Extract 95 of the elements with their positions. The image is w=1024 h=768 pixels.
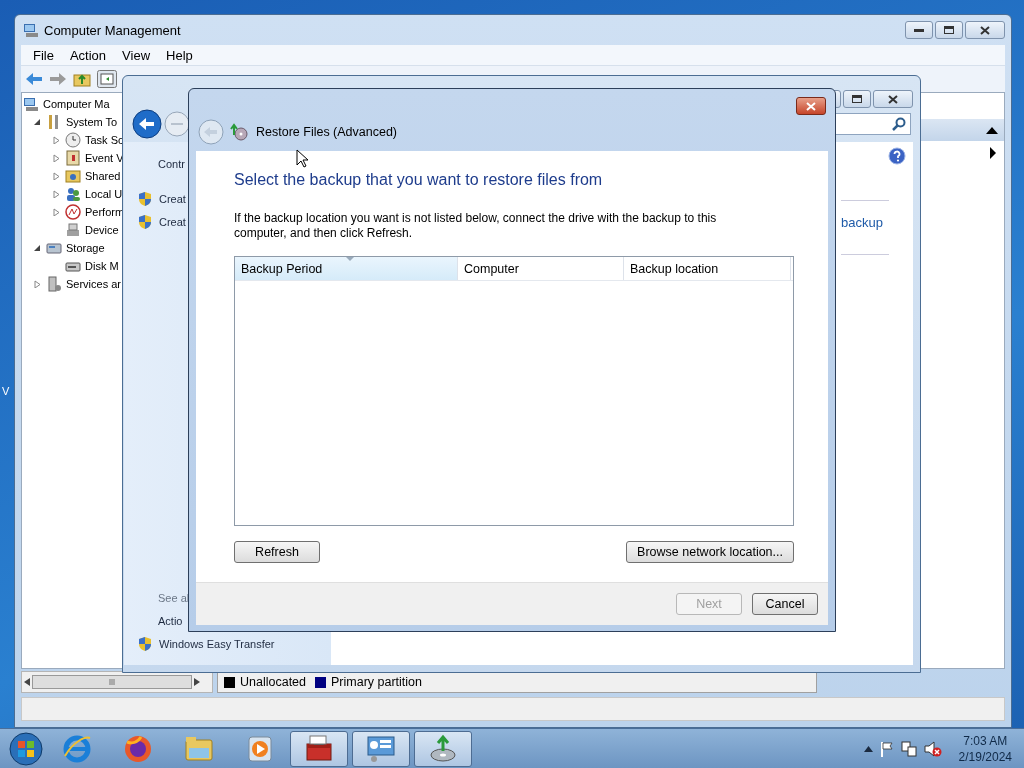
scroll-left-icon[interactable] bbox=[24, 678, 30, 686]
back-button[interactable] bbox=[132, 109, 162, 139]
back-arrow-icon[interactable] bbox=[25, 71, 43, 87]
menu-item[interactable]: Help bbox=[158, 47, 201, 63]
forward-button[interactable] bbox=[164, 111, 190, 137]
column-header[interactable]: Computer bbox=[458, 257, 624, 280]
speaker-muted-icon[interactable] bbox=[923, 740, 942, 757]
search-icon bbox=[892, 117, 906, 131]
scroll-right-icon[interactable] bbox=[194, 678, 200, 686]
tree-item[interactable]: Disk M bbox=[85, 260, 119, 272]
tree-item[interactable]: Storage bbox=[66, 242, 105, 254]
taskbar-button[interactable] bbox=[414, 730, 472, 767]
tree-item[interactable]: Device bbox=[85, 224, 119, 236]
taskbar-button[interactable] bbox=[352, 730, 410, 767]
help-icon[interactable] bbox=[888, 147, 906, 165]
start-button[interactable] bbox=[6, 730, 46, 767]
backup-icon bbox=[230, 123, 248, 141]
clock-icon bbox=[65, 132, 81, 148]
gauge-icon bbox=[65, 204, 81, 220]
sidebar-heading: See al bbox=[158, 591, 190, 604]
folder-up-icon[interactable] bbox=[73, 71, 91, 87]
minimize-button[interactable] bbox=[905, 21, 933, 39]
sidebar-link[interactable]: Actio bbox=[158, 614, 183, 627]
shield-icon bbox=[137, 190, 153, 207]
maximize-icon bbox=[944, 26, 954, 34]
collapsed-icon[interactable] bbox=[52, 172, 60, 180]
tree-item[interactable]: Shared bbox=[85, 170, 121, 182]
collapsed-icon[interactable] bbox=[33, 280, 41, 288]
collapsed-icon[interactable] bbox=[52, 208, 60, 216]
horizontal-scrollbar[interactable] bbox=[21, 671, 213, 693]
collapsed-icon[interactable] bbox=[52, 154, 60, 162]
sidebar-link[interactable]: Creat bbox=[159, 192, 186, 205]
browse-button[interactable]: Browse network location... bbox=[626, 541, 794, 563]
sidebar-link[interactable]: Contr bbox=[158, 157, 185, 170]
network-icon[interactable] bbox=[900, 740, 917, 757]
server-icon bbox=[46, 276, 62, 292]
clock-time[interactable]: 7:03 AM bbox=[963, 732, 1008, 749]
log-icon bbox=[65, 150, 81, 166]
tree-item[interactable]: Computer Ma bbox=[43, 98, 110, 110]
expanded-icon[interactable] bbox=[33, 244, 41, 252]
device-icon bbox=[65, 222, 81, 238]
menu-item[interactable]: File bbox=[25, 47, 62, 63]
column-header[interactable]: Backup location bbox=[624, 257, 791, 280]
menu-item[interactable]: Action bbox=[61, 47, 115, 63]
close-icon bbox=[888, 94, 898, 104]
flag-icon[interactable] bbox=[879, 740, 894, 757]
search-field[interactable] bbox=[833, 113, 911, 135]
legend-label: Unallocated bbox=[240, 675, 306, 689]
shield-icon bbox=[137, 213, 153, 230]
legend-label: Primary partition bbox=[331, 675, 422, 689]
computer-icon bbox=[23, 22, 39, 38]
tree-item[interactable]: Services ar bbox=[66, 278, 122, 290]
shield-icon bbox=[137, 635, 153, 652]
refresh-button[interactable]: Refresh bbox=[234, 541, 320, 563]
dialog-title: Restore Files (Advanced) bbox=[256, 125, 398, 139]
show-hidden-icon[interactable] bbox=[863, 745, 873, 752]
minimize-icon bbox=[914, 28, 924, 32]
cancel-button[interactable]: Cancel bbox=[752, 593, 818, 615]
tree-item[interactable]: System To bbox=[66, 116, 118, 128]
backup-icon bbox=[428, 733, 458, 764]
submenu-arrow-icon[interactable] bbox=[990, 147, 996, 159]
close-icon bbox=[980, 25, 990, 35]
menu-item[interactable]: View bbox=[114, 47, 159, 63]
instruction-text: If the backup location you want is not listed below, connect the drive with the backup to this computer, and then click Refresh. bbox=[234, 211, 718, 241]
users-icon bbox=[65, 186, 81, 202]
maximize-button[interactable] bbox=[843, 90, 871, 108]
link[interactable]: backup bbox=[841, 215, 883, 230]
toolbox-icon bbox=[304, 733, 334, 764]
sidebar-link[interactable]: Creat bbox=[159, 215, 186, 228]
taskbar-button[interactable] bbox=[290, 730, 348, 767]
shared-folder-icon bbox=[65, 168, 81, 184]
sort-arrow-icon bbox=[346, 257, 354, 261]
close-icon bbox=[806, 101, 816, 111]
maximize-icon bbox=[852, 95, 862, 103]
browser-icon[interactable] bbox=[122, 733, 153, 764]
scroll-thumb-icon[interactable] bbox=[32, 675, 192, 689]
panel-icon[interactable] bbox=[97, 70, 117, 88]
window-title: Computer Management bbox=[44, 22, 181, 38]
close-button[interactable] bbox=[873, 90, 913, 108]
close-button[interactable] bbox=[965, 21, 1005, 39]
storage-icon bbox=[46, 240, 62, 256]
close-button[interactable] bbox=[796, 97, 826, 115]
collapsed-icon[interactable] bbox=[52, 190, 60, 198]
expanded-icon[interactable] bbox=[33, 118, 41, 126]
desktop-icon-label: V bbox=[2, 385, 10, 397]
dialog-heading: Select the backup that you want to restore files from bbox=[234, 171, 603, 189]
control-panel-icon bbox=[366, 733, 396, 764]
sidebar-link[interactable]: Windows Easy Transfer bbox=[159, 637, 275, 650]
maximize-button[interactable] bbox=[935, 21, 963, 39]
collapsed-icon[interactable] bbox=[52, 136, 60, 144]
clock-date[interactable]: 2/19/2024 bbox=[958, 748, 1012, 765]
tree-item[interactable]: Local U bbox=[85, 188, 123, 200]
collapse-up-icon[interactable] bbox=[986, 126, 998, 134]
column-header[interactable]: Backup Period bbox=[235, 257, 458, 280]
computer-icon bbox=[23, 96, 39, 112]
